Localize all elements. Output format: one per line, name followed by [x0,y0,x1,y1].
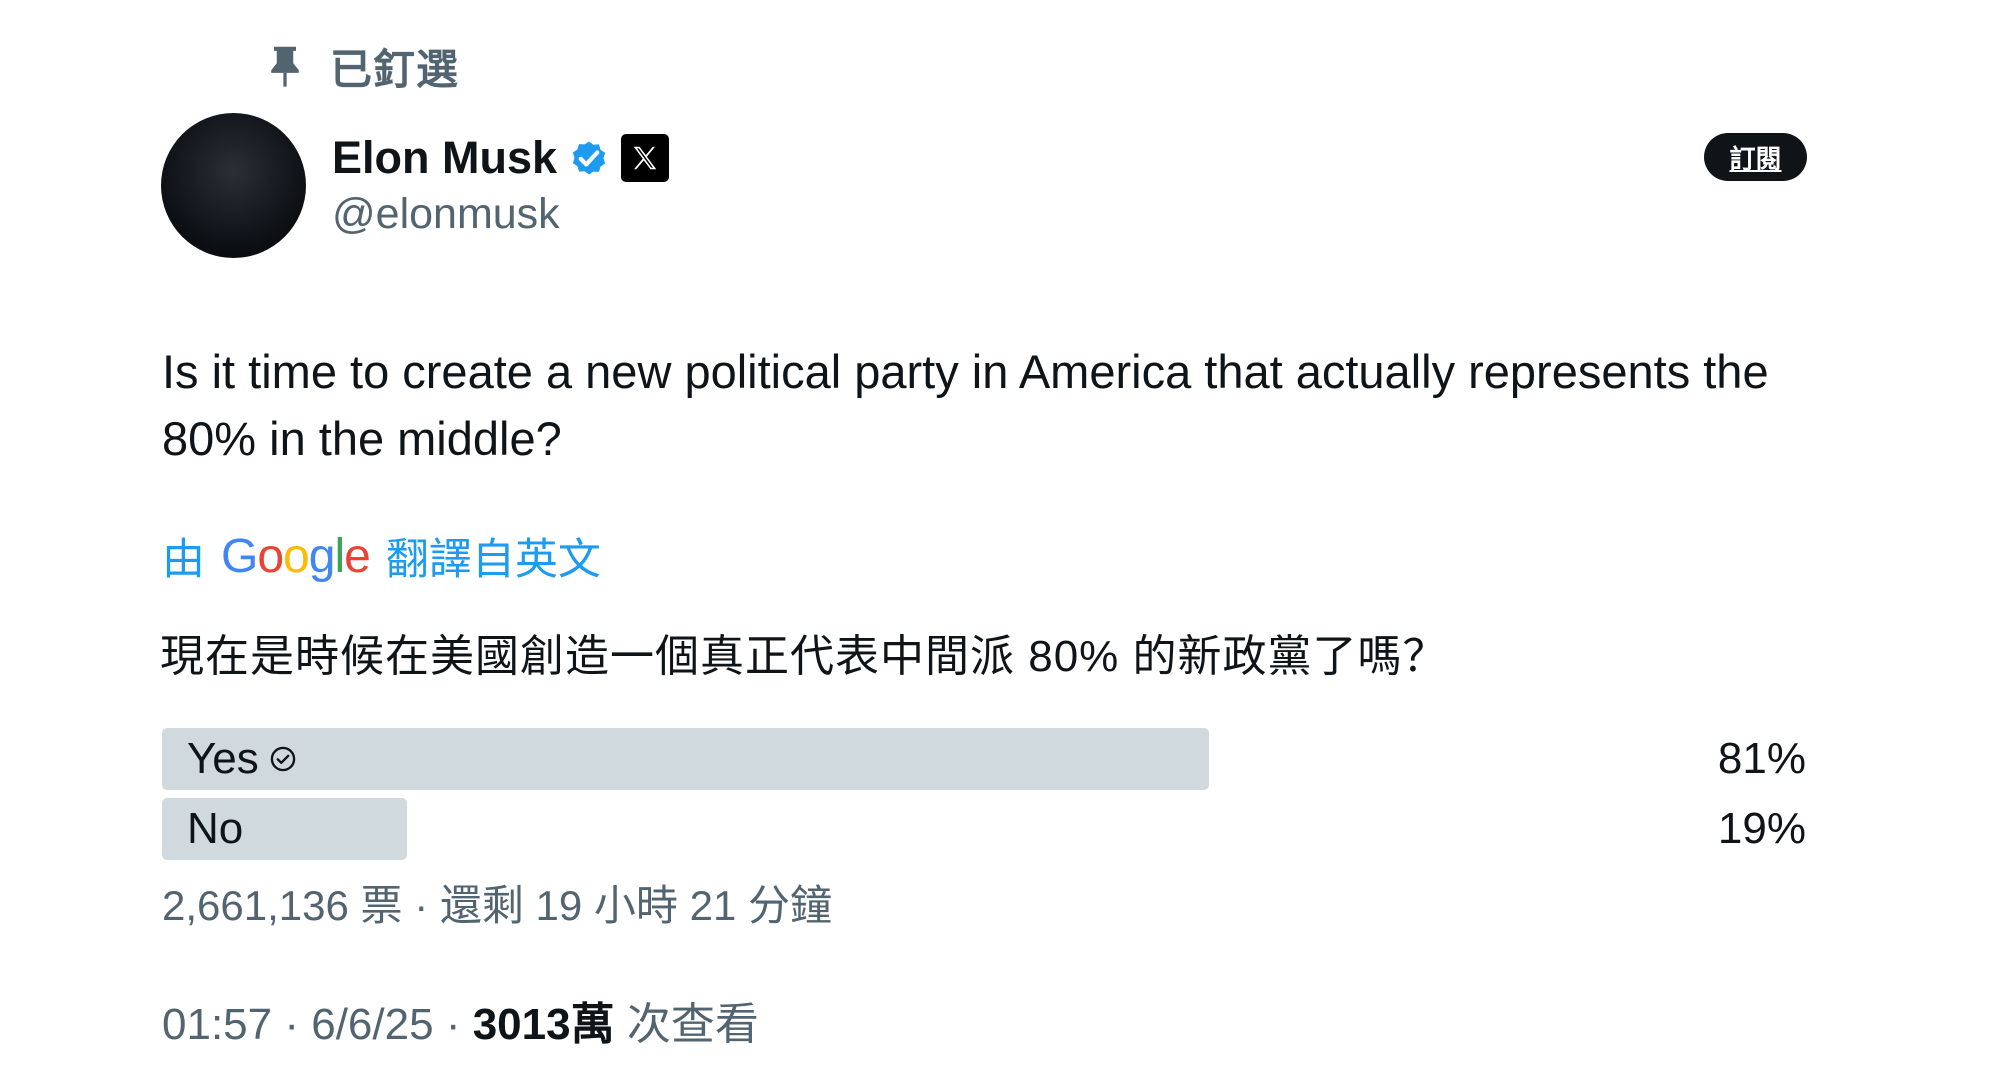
poll-percent: 19% [1717,804,1806,853]
translation-suffix[interactable]: 翻譯自英文 [386,525,601,587]
poll-option-label: Yes [187,728,297,790]
poll-option-text: No [187,804,244,853]
poll-percent: 81% [1717,734,1806,783]
x-logo-icon [633,146,657,170]
separator: · [414,882,429,929]
poll-option-label: No [187,798,243,860]
pinned-label: 已釘選 [330,45,460,93]
x-affiliation-badge[interactable] [621,134,670,182]
poll-option-yes: Yes 81% [162,728,1806,790]
tweet-date[interactable]: 6/6/25 [311,1000,433,1049]
tweet-meta: 01:57 · 6/6/25 · 3013萬 次查看 [162,988,759,1052]
tweet-time[interactable]: 01:57 [162,1000,272,1049]
poll-option-text: Yes [187,734,259,783]
author-handle[interactable]: @elonmusk [332,190,560,239]
translation-attribution[interactable]: 由 Google 翻譯自英文 [162,525,601,587]
author-name-row[interactable]: Elon Musk [332,130,670,186]
pin-icon [271,46,299,87]
poll-time-remaining: 還剩 19 小時 21 分鐘 [439,882,832,929]
avatar[interactable] [161,113,306,258]
translated-tweet-text: 現在是時候在美國創造一個真正代表中間派 80% 的新政黨了嗎？ [160,632,1448,681]
pinned-indicator: 已釘選 [268,40,459,93]
translation-prefix: 由 [162,536,205,584]
views-count: 3013萬 [472,1000,615,1049]
subscribe-button[interactable]: 訂閱 [1704,133,1807,181]
check-circle-icon [270,746,296,772]
poll-bar-yes [162,728,1209,790]
verified-badge-icon [572,141,606,175]
poll-option-no: No 19% [162,798,1806,860]
tweet-text: Is it time to create a new political par… [162,345,1769,465]
views-label: 次查看 [626,1000,759,1049]
separator: · [445,1000,461,1049]
poll-votes: 2,661,136 票 [162,882,403,929]
separator: · [284,1000,299,1049]
poll: Yes 81% No 19% [162,728,1806,868]
poll-meta: 2,661,136 票 · 還剩 19 小時 21 分鐘 [162,872,832,933]
author-name[interactable]: Elon Musk [332,132,557,184]
google-logo: Google [221,529,371,583]
